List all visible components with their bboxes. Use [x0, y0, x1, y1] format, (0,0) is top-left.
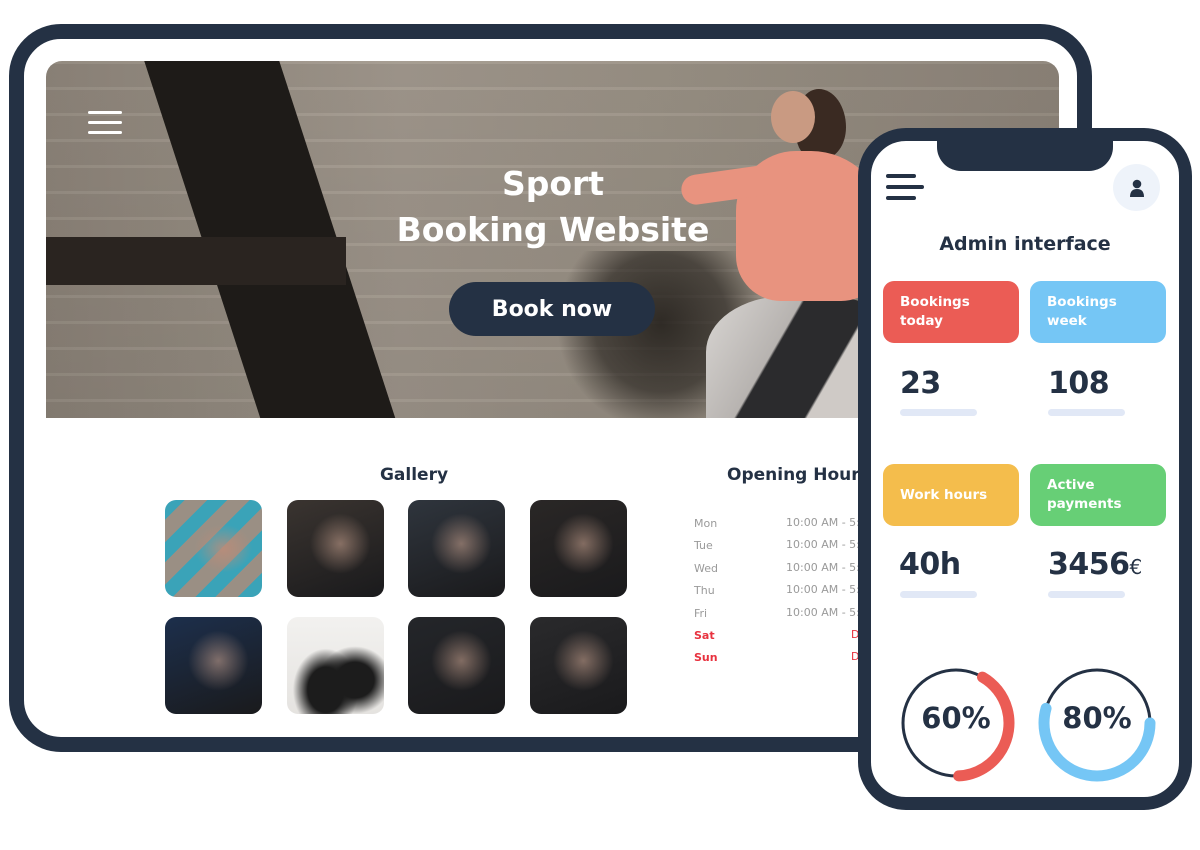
gallery-thumbnail[interactable]: [287, 500, 384, 597]
stat-value: 40h: [899, 547, 961, 582]
opening-hours-time: 10:00 AM - 5:0: [786, 516, 867, 529]
gallery-thumbnail[interactable]: [408, 617, 505, 714]
opening-hours-day: Thu: [694, 584, 715, 598]
opening-hours-day: Sat: [694, 628, 715, 642]
stat-card-label: Bookings today: [900, 293, 970, 331]
opening-hours-day: Tue: [694, 539, 713, 553]
user-icon: [1129, 179, 1144, 197]
phone-notch: [937, 141, 1113, 171]
opening-hours-time: 10:00 AM - 5:0: [786, 560, 867, 574]
stat-underline-bar: [1048, 409, 1125, 416]
stat-underline-bar: [900, 409, 977, 416]
stat-value-number: 108: [1048, 366, 1110, 401]
gallery-thumbnail[interactable]: [408, 500, 505, 597]
stat-card-bookings-today[interactable]: Bookings today: [883, 281, 1019, 343]
stat-card-label-line1: Bookings: [900, 294, 970, 310]
opening-hours-row: Sat D: [694, 628, 874, 651]
stat-value-number: 23: [900, 366, 941, 401]
stat-card-active-payments[interactable]: Active payments: [1030, 464, 1166, 526]
stat-card-label-line1: Active: [1047, 477, 1095, 493]
stat-card-label: Work hours: [900, 486, 987, 505]
stat-card-work-hours[interactable]: Work hours: [883, 464, 1019, 526]
stat-value-number: 40h: [899, 547, 961, 582]
progress-ring-1-label: 60%: [921, 701, 991, 735]
opening-hours-table: Mon 10:00 AM - 5:0 Tue 10:00 AM - 5:0 Wed 10:…: [694, 516, 874, 674]
gallery-thumbnail[interactable]: [165, 500, 262, 597]
stat-card-label-line1: Bookings: [1047, 294, 1117, 310]
hero-title-line2: Booking Website: [396, 210, 710, 249]
stat-card-label: Active payments: [1047, 476, 1121, 514]
opening-hours-row: Mon 10:00 AM - 5:0: [694, 516, 874, 539]
stat-card-bookings-week[interactable]: Bookings week: [1030, 281, 1166, 343]
stat-value-number: 3456: [1048, 547, 1130, 582]
opening-hours-row: Tue 10:00 AM - 5:0: [694, 538, 874, 561]
opening-hours-day: Fri: [694, 606, 708, 620]
stat-card-label-line2: today: [900, 313, 943, 329]
opening-hours-row: Sun D: [694, 650, 874, 673]
hamburger-menu-icon[interactable]: [886, 174, 924, 204]
user-avatar-button[interactable]: [1113, 164, 1160, 211]
opening-hours-day: Sun: [694, 651, 718, 665]
stat-value: 23: [900, 366, 941, 401]
stat-card-label-line2: week: [1047, 313, 1087, 329]
stat-value: 108: [1048, 366, 1110, 401]
gallery-title: Gallery: [379, 465, 449, 485]
stat-card-label: Bookings week: [1047, 293, 1117, 331]
stat-value-unit: €: [1129, 555, 1143, 579]
stat-underline-bar: [900, 591, 977, 598]
opening-hours-row: Fri 10:00 AM - 5:0: [694, 605, 874, 629]
hero-title-line1: Sport: [501, 164, 605, 203]
opening-hours-row: Wed 10:00 AM - 5:0: [694, 560, 874, 584]
opening-hours-day: Mon: [694, 517, 718, 530]
book-now-button[interactable]: Book now: [449, 282, 655, 336]
opening-hours-time: 10:00 AM - 5:0: [786, 583, 867, 597]
opening-hours-time: 10:00 AM - 5:0: [786, 538, 867, 552]
gallery-thumbnail[interactable]: [530, 500, 627, 597]
gallery-thumbnail[interactable]: [165, 617, 262, 714]
stat-underline-bar: [1048, 591, 1125, 598]
stat-card-label-line1: Work hours: [900, 486, 988, 503]
hero-image-shadow-bar: [46, 237, 346, 285]
progress-ring-2-label: 80%: [1062, 701, 1132, 735]
opening-hours-day: Wed: [694, 561, 718, 575]
stat-value: 3456€: [1048, 547, 1142, 582]
phone-frame: Admin interface Bookings today 23 Bookings w…: [858, 128, 1192, 810]
stat-card-label-line2: payments: [1047, 496, 1122, 512]
admin-title: Admin interface: [939, 233, 1111, 255]
gallery-thumbnail[interactable]: [287, 617, 384, 714]
hamburger-menu-icon[interactable]: [88, 111, 122, 134]
hero-title: Sport Booking Website: [346, 161, 760, 253]
opening-hours-time: 10:00 AM - 5:0: [786, 605, 867, 619]
gallery-thumbnail[interactable]: [530, 617, 627, 714]
opening-hours-row: Thu 10:00 AM - 5:0: [694, 583, 874, 606]
